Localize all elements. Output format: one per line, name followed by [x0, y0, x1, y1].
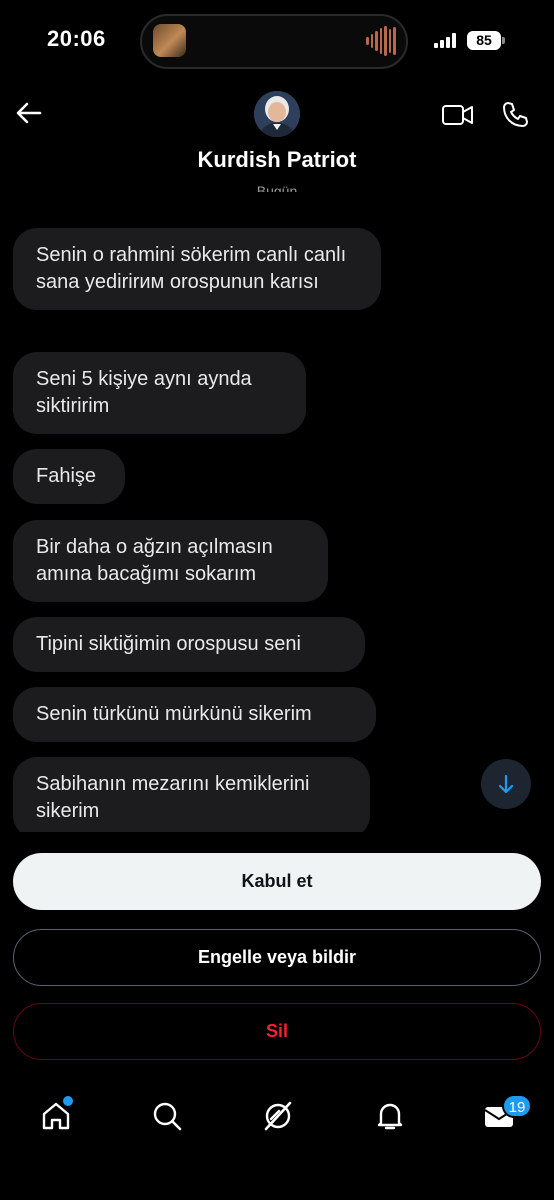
- status-time: 20:06: [47, 26, 106, 51]
- arrow-down-icon: [498, 774, 514, 794]
- contact-name[interactable]: Kurdish Patriot: [0, 147, 554, 173]
- now-playing-artwork: [153, 24, 186, 57]
- message-bubble[interactable]: Fahişe: [13, 449, 125, 504]
- grok-icon[interactable]: [261, 1099, 295, 1133]
- message-list[interactable]: Senin o rahmini sökerim canlı canlı sana…: [0, 190, 554, 832]
- battery-tip: [502, 37, 505, 44]
- message-bubble[interactable]: Senin türkünü mürkünü sikerim: [13, 687, 376, 742]
- scroll-to-bottom-button[interactable]: [481, 759, 531, 809]
- phone-icon[interactable]: [500, 100, 530, 130]
- contact-avatar[interactable]: [254, 91, 300, 137]
- messages-badge: 19: [502, 1094, 532, 1118]
- delete-button[interactable]: Sil: [13, 1003, 541, 1060]
- audio-waveform-icon: [366, 26, 397, 56]
- cellular-signal-icon: [434, 33, 456, 48]
- block-or-report-button[interactable]: Engelle veya bildir: [13, 929, 541, 986]
- message-bubble[interactable]: Senin o rahmini sökerim canlı canlı sana…: [13, 228, 381, 310]
- home-notification-dot: [61, 1094, 75, 1108]
- message-bubble[interactable]: Tipini siktiğimin orospusu seni: [13, 617, 365, 672]
- message-bubble[interactable]: Seni 5 kişiye aynı aynda siktiririm: [13, 352, 306, 434]
- search-icon[interactable]: [150, 1099, 184, 1133]
- video-call-icon[interactable]: [441, 101, 475, 129]
- back-arrow-icon[interactable]: [14, 98, 44, 128]
- accept-button[interactable]: Kabul et: [13, 853, 541, 910]
- message-bubble[interactable]: Sabihanın mezarını kemiklerini sikerim: [13, 757, 370, 832]
- message-bubble[interactable]: Bir daha o ağzın açılmasın amına bacağım…: [13, 520, 328, 602]
- notifications-icon[interactable]: [373, 1099, 407, 1133]
- battery-indicator: 85: [467, 31, 501, 50]
